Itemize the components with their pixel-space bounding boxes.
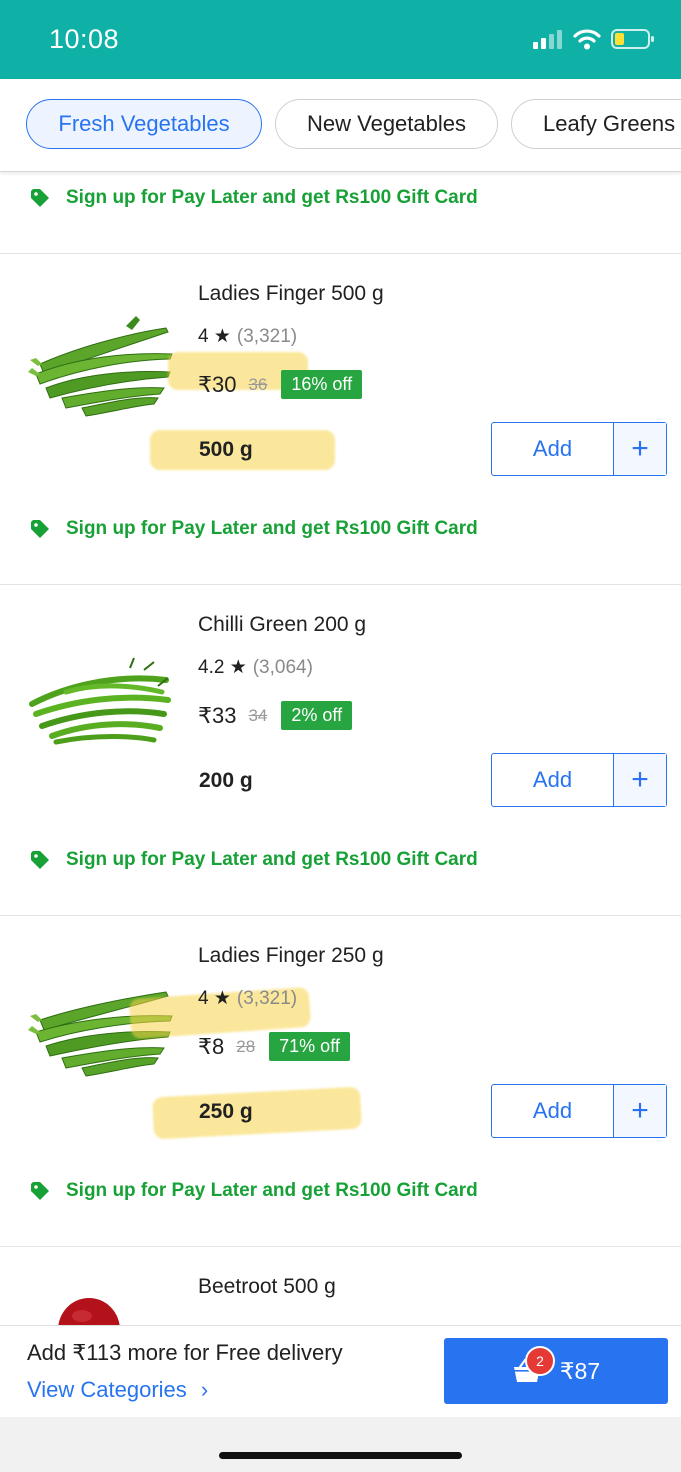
- divider: [0, 253, 681, 254]
- promo-banner[interactable]: Sign up for Pay Later and get Rs100 Gift…: [30, 1180, 478, 1202]
- product-quantity: 250 g: [199, 1100, 253, 1123]
- tag-icon: [31, 1182, 49, 1200]
- promo-text: Sign up for Pay Later and get Rs100 Gift…: [66, 849, 478, 870]
- product-price-row: ₹30 36 16% off: [198, 370, 363, 399]
- status-icons: [533, 28, 655, 50]
- plus-icon[interactable]: +: [614, 754, 666, 806]
- promo-text: Sign up for Pay Later and get Rs100 Gift…: [66, 518, 478, 539]
- rating-value: 4 ★: [198, 326, 231, 347]
- divider: [0, 915, 681, 916]
- rating-value: 4.2 ★: [198, 657, 247, 678]
- add-button-label[interactable]: Add: [492, 754, 614, 806]
- mrp: 34: [248, 705, 268, 725]
- promo-text: Sign up for Pay Later and get Rs100 Gift…: [66, 1180, 478, 1201]
- price: ₹33: [198, 702, 237, 728]
- product-image-ladies-finger: [28, 316, 173, 417]
- discount-badge: 2% off: [281, 701, 353, 730]
- rating-count: (3,321): [236, 326, 298, 347]
- add-button-label[interactable]: Add: [492, 423, 614, 475]
- rating-count: (3,321): [236, 988, 298, 1009]
- chip-fresh-vegetables[interactable]: Fresh Vegetables: [26, 99, 262, 149]
- cart-button[interactable]: ₹87 2: [444, 1338, 668, 1404]
- product-name[interactable]: Ladies Finger 250 g: [198, 944, 384, 968]
- promo-text: Sign up for Pay Later and get Rs100 Gift…: [66, 187, 478, 208]
- wifi-icon: [573, 29, 601, 50]
- rating-value: 4 ★: [198, 988, 231, 1009]
- status-time: 10:08: [49, 24, 120, 54]
- home-indicator[interactable]: [219, 1452, 462, 1459]
- bottom-cart-bar: Add ₹113 more for Free delivery View Cat…: [0, 1325, 681, 1418]
- plus-icon[interactable]: +: [614, 423, 666, 475]
- product-price-row: ₹33 34 2% off: [198, 701, 353, 730]
- discount-badge: 71% off: [269, 1032, 350, 1061]
- cellular-signal-icon: [533, 30, 562, 49]
- status-bar: 10:08: [0, 0, 681, 79]
- view-categories-link[interactable]: View Categories ›: [27, 1377, 208, 1403]
- product-name[interactable]: Chilli Green 200 g: [198, 613, 366, 637]
- promo-banner[interactable]: Sign up for Pay Later and get Rs100 Gift…: [30, 518, 478, 540]
- free-delivery-text: Add ₹113 more for Free delivery: [27, 1340, 343, 1365]
- tag-icon: [31, 851, 49, 869]
- tag-icon: [31, 520, 49, 538]
- tag-icon: [31, 189, 49, 207]
- add-to-cart-button[interactable]: Add +: [491, 753, 667, 807]
- add-to-cart-button[interactable]: Add +: [491, 1084, 667, 1138]
- product-image-beetroot: [58, 1298, 120, 1326]
- mrp: 36: [248, 374, 268, 394]
- price: ₹8: [198, 1033, 225, 1059]
- product-quantity: 500 g: [199, 438, 253, 461]
- add-button-label[interactable]: Add: [492, 1085, 614, 1137]
- promo-banner[interactable]: Sign up for Pay Later and get Rs100 Gift…: [30, 187, 478, 209]
- chip-new-vegetables[interactable]: New Vegetables: [275, 99, 498, 149]
- product-rating: 4 ★ (3,321): [198, 325, 297, 348]
- discount-badge: 16% off: [281, 370, 363, 399]
- cart-count-badge: 2: [525, 1346, 555, 1376]
- category-chips: Fresh Vegetables New Vegetables Leafy Gr…: [0, 79, 681, 172]
- product-rating: 4 ★ (3,321): [198, 987, 297, 1010]
- product-image-chilli-green: [29, 657, 171, 745]
- mrp: 28: [236, 1036, 256, 1056]
- add-to-cart-button[interactable]: Add +: [491, 422, 667, 476]
- home-indicator-area: [0, 1417, 681, 1472]
- view-categories-label[interactable]: View Categories: [27, 1377, 187, 1402]
- plus-icon[interactable]: +: [614, 1085, 666, 1137]
- price: ₹30: [198, 371, 237, 397]
- product-name[interactable]: Ladies Finger 500 g: [198, 282, 384, 306]
- cart-total: ₹87: [559, 1357, 601, 1384]
- highlight-mark: [152, 1086, 362, 1140]
- rating-count: (3,064): [252, 657, 313, 678]
- product-quantity: 200 g: [199, 769, 253, 792]
- product-rating: 4.2 ★ (3,064): [198, 656, 313, 679]
- product-price-row: ₹8 28 71% off: [198, 1032, 350, 1061]
- chip-leafy-greens[interactable]: Leafy Greens: [511, 99, 681, 149]
- chevron-right-icon: ›: [200, 1377, 209, 1402]
- divider: [0, 1246, 681, 1247]
- divider: [0, 584, 681, 585]
- battery-icon: [611, 29, 654, 49]
- promo-banner[interactable]: Sign up for Pay Later and get Rs100 Gift…: [30, 849, 478, 871]
- product-name[interactable]: Beetroot 500 g: [198, 1275, 336, 1299]
